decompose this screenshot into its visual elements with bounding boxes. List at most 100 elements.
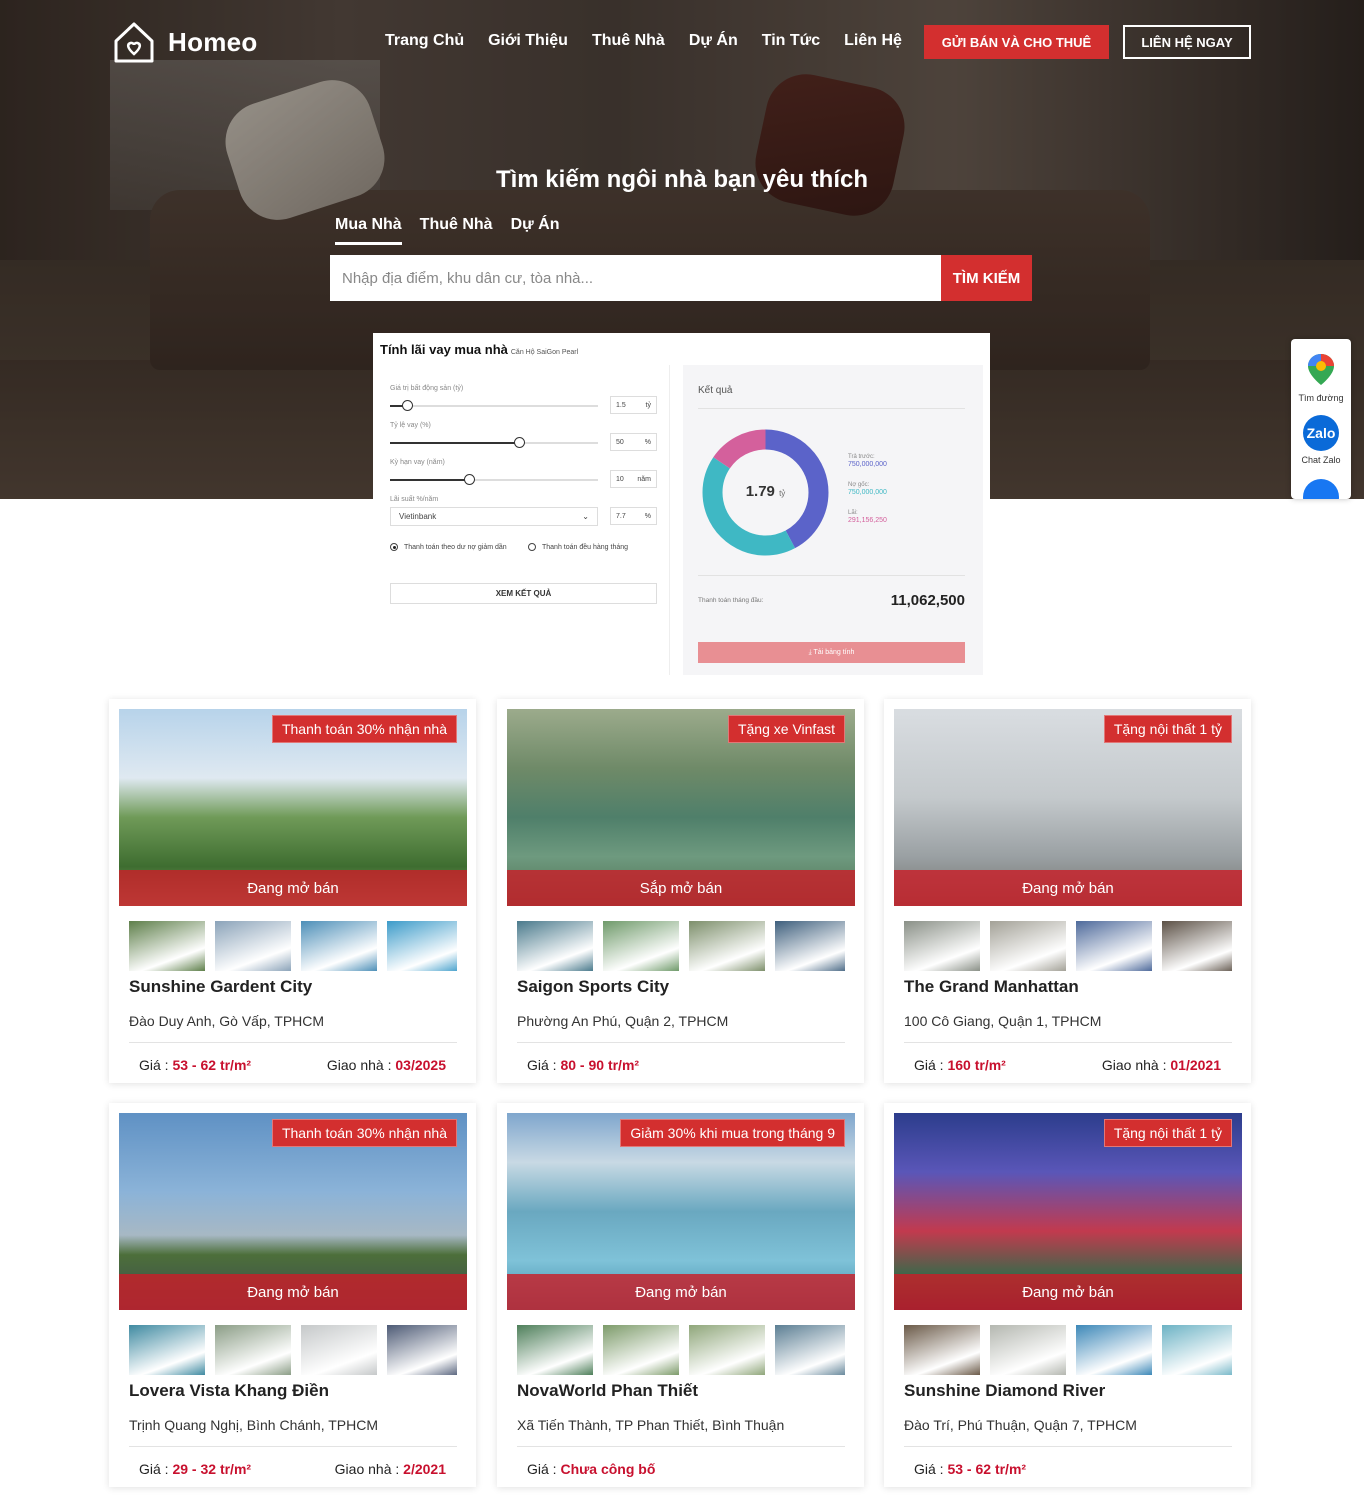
interest-rate-field[interactable]: 7.7% — [610, 507, 657, 525]
main-nav: Trang Chủ Giới Thiệu Thuê Nhà Dự Án Tin … — [385, 32, 902, 50]
messenger-icon — [1303, 479, 1339, 499]
project-name[interactable]: The Grand Manhattan — [904, 977, 1079, 997]
logo[interactable]: Homeo — [112, 19, 258, 65]
gallery-thumbnail[interactable] — [1076, 921, 1152, 971]
hero-title: Tìm kiếm ngôi nhà bạn yêu thích — [495, 166, 869, 193]
contact-widget: Tìm đường Zalo Chat Zalo — [1291, 339, 1351, 499]
sell-rent-button[interactable]: GỬI BÁN VÀ CHO THUÊ — [924, 25, 1109, 59]
loan-term-label: Kỳ hạn vay (năm) — [390, 459, 445, 466]
page: Homeo Trang Chủ Giới Thiệu Thuê Nhà Dự Á… — [0, 0, 1364, 1505]
gallery-thumbnail[interactable] — [129, 921, 205, 971]
project-photo[interactable]: Tặng nội thất 1 tỷ Đang mở bán — [894, 709, 1242, 906]
radio-equal-installments[interactable]: Thanh toán đều hàng tháng — [528, 543, 648, 552]
loan-term-field[interactable]: 10 năm — [610, 470, 657, 488]
sale-status-banner: Sắp mở bán — [507, 870, 855, 906]
price-info: Giá : 29 - 32 tr/m² — [139, 1461, 252, 1477]
gallery-thumbnail[interactable] — [904, 921, 980, 971]
gallery-thumbnail[interactable] — [990, 1325, 1066, 1375]
project-card[interactable]: Giảm 30% khi mua trong tháng 9 Đang mở b… — [497, 1103, 864, 1487]
tab-rent[interactable]: Thuê Nhà — [420, 216, 493, 245]
house-heart-icon — [114, 22, 154, 63]
search-button[interactable]: TÌM KIẾM — [941, 255, 1032, 301]
gallery-thumbnail[interactable] — [387, 921, 457, 971]
gallery-thumbnail[interactable] — [517, 921, 593, 971]
project-photo[interactable]: Thanh toán 30% nhận nhà Đang mở bán — [119, 709, 467, 906]
search-input[interactable]: Nhập địa điểm, khu dân cư, tòa nhà... — [330, 255, 942, 301]
handover-value: 01/2021 — [1170, 1057, 1221, 1073]
directions-link[interactable]: Tìm đường — [1291, 351, 1351, 403]
radio-declining-balance[interactable]: Thanh toán theo dư nợ giảm dần — [390, 543, 510, 552]
project-photo[interactable]: Tặng nội thất 1 tỷ Đang mở bán — [894, 1113, 1242, 1310]
loan-ratio-slider[interactable] — [390, 437, 598, 448]
project-card[interactable]: Tặng nội thất 1 tỷ Đang mở bán The Grand… — [884, 699, 1251, 1083]
gallery-thumbnail[interactable] — [904, 1325, 980, 1375]
gallery-thumbnail[interactable] — [301, 1325, 377, 1375]
gallery-thumbnail[interactable] — [775, 921, 845, 971]
handover-value: 2/2021 — [403, 1461, 446, 1477]
gallery-thumbnail[interactable] — [215, 921, 291, 971]
view-result-button[interactable]: XEM KẾT QUẢ — [390, 583, 657, 604]
zalo-chat-link[interactable]: Zalo Chat Zalo — [1291, 415, 1351, 465]
property-value-slider[interactable] — [390, 400, 598, 411]
loan-ratio-field[interactable]: 50% — [610, 433, 657, 451]
total-amount: 1.79 tỷ — [745, 483, 786, 500]
gallery-thumbnail[interactable] — [1162, 921, 1232, 971]
thumbnail-gallery — [517, 921, 845, 971]
gallery-thumbnail[interactable] — [301, 921, 377, 971]
bank-select[interactable]: Vietinbank ⌄ — [390, 507, 598, 526]
project-photo[interactable]: Tặng xe Vinfast Sắp mở bán — [507, 709, 855, 906]
gallery-thumbnail[interactable] — [990, 921, 1066, 971]
gallery-thumbnail[interactable] — [387, 1325, 457, 1375]
project-name[interactable]: Sunshine Diamond River — [904, 1381, 1105, 1401]
nav-item-rent[interactable]: Thuê Nhà — [592, 32, 665, 50]
nav-item-projects[interactable]: Dự Án — [689, 32, 738, 50]
nav-item-news[interactable]: Tin Tức — [762, 32, 820, 50]
nav-item-home[interactable]: Trang Chủ — [385, 32, 464, 50]
radio-icon — [390, 543, 398, 551]
gallery-thumbnail[interactable] — [689, 1325, 765, 1375]
slider-handle[interactable] — [464, 474, 476, 485]
project-address: Phường An Phú, Quận 2, TPHCM — [517, 1013, 729, 1029]
property-value-field[interactable]: 1.5 tỷ — [610, 396, 657, 414]
gallery-thumbnail[interactable] — [775, 1325, 845, 1375]
gallery-thumbnail[interactable] — [603, 921, 679, 971]
thumbnail-gallery — [904, 921, 1232, 971]
nav-item-contact[interactable]: Liên Hệ — [844, 32, 902, 50]
messenger-link[interactable] — [1291, 479, 1351, 499]
gallery-thumbnail[interactable] — [129, 1325, 205, 1375]
gallery-thumbnail[interactable] — [215, 1325, 291, 1375]
thumbnail-gallery — [904, 1325, 1232, 1375]
nav-item-about[interactable]: Giới Thiệu — [488, 32, 568, 50]
gallery-thumbnail[interactable] — [517, 1325, 593, 1375]
gallery-thumbnail[interactable] — [1162, 1325, 1232, 1375]
project-card[interactable]: Tặng nội thất 1 tỷ Đang mở bán Sunshine … — [884, 1103, 1251, 1487]
tab-buy[interactable]: Mua Nhà — [335, 216, 402, 245]
sale-status-banner: Đang mở bán — [894, 870, 1242, 906]
calculator-results: Kết quả 1.79 tỷ Trả trước: 750,000,000 Nợ… — [683, 365, 983, 675]
project-card[interactable]: Thanh toán 30% nhận nhà Đang mở bán Suns… — [109, 699, 476, 1083]
legend-down-payment: Trả trước: 750,000,000 — [848, 454, 887, 468]
radio-icon — [528, 543, 536, 551]
project-address: Trịnh Quang Nghị, Bình Chánh, TPHCM — [129, 1417, 379, 1433]
project-name[interactable]: Sunshine Gardent City — [129, 977, 312, 997]
project-name[interactable]: Lovera Vista Khang Điền — [129, 1381, 329, 1401]
contact-now-button[interactable]: LIÊN HỆ NGAY — [1123, 25, 1251, 59]
project-name[interactable]: Saigon Sports City — [517, 977, 669, 997]
project-card[interactable]: Tặng xe Vinfast Sắp mở bán Saigon Sports… — [497, 699, 864, 1083]
gallery-thumbnail[interactable] — [1076, 1325, 1152, 1375]
project-card[interactable]: Thanh toán 30% nhận nhà Đang mở bán Love… — [109, 1103, 476, 1487]
result-title: Kết quả — [698, 385, 733, 396]
gallery-thumbnail[interactable] — [689, 921, 765, 971]
loan-term-slider[interactable] — [390, 474, 598, 485]
project-photo[interactable]: Giảm 30% khi mua trong tháng 9 Đang mở b… — [507, 1113, 855, 1310]
project-name[interactable]: NovaWorld Phan Thiết — [517, 1381, 698, 1401]
slider-handle[interactable] — [513, 437, 525, 448]
promo-badge: Tặng nội thất 1 tỷ — [1103, 1119, 1232, 1147]
tab-projects[interactable]: Dự Án — [511, 216, 560, 245]
slider-handle[interactable] — [401, 400, 413, 411]
gallery-thumbnail[interactable] — [603, 1325, 679, 1375]
download-sheet-button[interactable]: ⤓ Tải bảng tính — [698, 642, 965, 663]
thumbnail-gallery — [129, 921, 457, 971]
project-photo[interactable]: Thanh toán 30% nhận nhà Đang mở bán — [119, 1113, 467, 1310]
handover-info: Giao nhà : 2/2021 — [334, 1461, 446, 1477]
